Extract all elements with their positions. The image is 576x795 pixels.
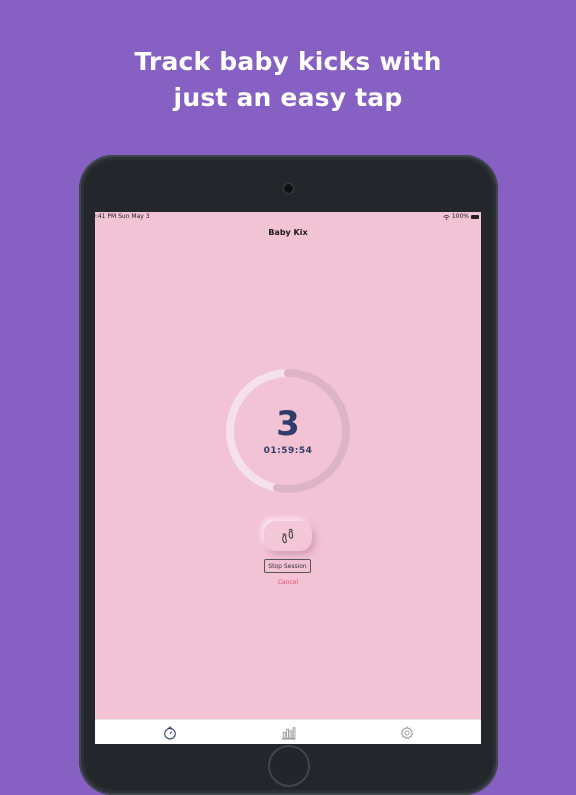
status-time-date: 9:41 PM Sun May 3	[95, 213, 150, 220]
cancel-link[interactable]: Cancel	[255, 579, 321, 586]
session-progress-ring: 3 01:59:54	[225, 368, 351, 494]
baby-feet-icon	[282, 528, 294, 544]
battery-icon	[471, 215, 479, 219]
status-bar: 9:41 PM Sun May 3 100%	[95, 212, 481, 222]
home-button[interactable]	[268, 745, 310, 787]
camera-icon	[284, 184, 293, 193]
wifi-icon	[443, 214, 450, 220]
headline: Track baby kicks with just an easy tap	[0, 44, 576, 116]
status-right-group: 100%	[443, 212, 479, 222]
kick-count: 3	[276, 404, 300, 444]
battery-percent: 100%	[451, 213, 469, 220]
record-kick-button[interactable]	[264, 521, 312, 551]
app-title: Baby Kix	[268, 228, 308, 237]
gear-icon	[400, 726, 414, 740]
app-screen: 9:41 PM Sun May 3 100% Baby Kix 3 01:59:…	[95, 212, 481, 744]
headline-line-1: Track baby kicks with	[134, 47, 442, 76]
session-timer: 01:59:54	[263, 446, 313, 456]
timer-icon	[164, 726, 176, 740]
ipad-device-frame: 9:41 PM Sun May 3 100% Baby Kix 3 01:59:…	[79, 155, 498, 795]
headline-line-2: just an easy tap	[173, 83, 403, 112]
tab-settings[interactable]	[399, 725, 415, 741]
stop-session-button[interactable]: Stop Session	[264, 559, 311, 573]
tab-bar	[95, 719, 481, 744]
bar-chart-icon	[281, 727, 295, 740]
tab-history[interactable]	[280, 725, 296, 741]
tab-timer[interactable]	[162, 725, 178, 741]
